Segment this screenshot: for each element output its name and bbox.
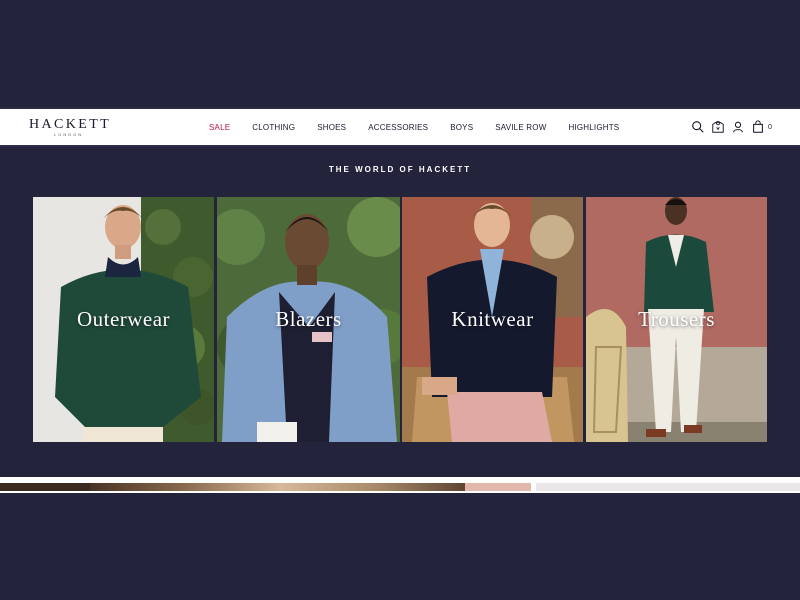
category-card-outerwear[interactable]: Outerwear: [33, 197, 214, 442]
header-icons: 0: [690, 119, 772, 135]
category-card-knitwear[interactable]: Knitwear: [402, 197, 583, 442]
strip-image-3: [465, 483, 531, 491]
nav-item-boys[interactable]: BOYS: [450, 123, 473, 132]
nav-item-shoes[interactable]: SHOES: [317, 123, 346, 132]
nav-item-highlights[interactable]: HIGHLIGHTS: [568, 123, 619, 132]
nav-item-accessories[interactable]: ACCESSORIES: [368, 123, 428, 132]
account-icon[interactable]: [730, 119, 746, 135]
section-title: THE WORLD OF HACKETT: [328, 165, 472, 174]
category-label-trousers: Trousers: [638, 307, 715, 331]
bag-count: 0: [768, 123, 772, 131]
category-grid: Outerwear Blazers Knitwear Trousers: [33, 197, 767, 442]
search-icon[interactable]: [690, 119, 706, 135]
site-header: HACKETT LONDON SALE CLOTHING SHOES ACCES…: [0, 107, 800, 147]
category-label-knitwear: Knitwear: [451, 307, 534, 331]
category-card-trousers[interactable]: Trousers: [586, 197, 767, 442]
nav-item-savile-row[interactable]: SAVILE ROW: [495, 123, 546, 132]
logo-subtitle: LONDON: [54, 132, 84, 137]
category-card-blazers[interactable]: Blazers: [217, 197, 400, 442]
category-label-blazers: Blazers: [275, 307, 342, 331]
strip-image-2: [90, 483, 470, 491]
logo-wordmark: HACKETT: [29, 117, 112, 132]
nav-item-clothing[interactable]: CLOTHING: [252, 123, 295, 132]
category-label-outerwear: Outerwear: [76, 307, 171, 331]
store-locator-icon[interactable]: [710, 119, 726, 135]
hackett-logo[interactable]: HACKETT LONDON: [29, 118, 113, 140]
bag-icon[interactable]: [750, 119, 766, 135]
strip-image-4: [536, 483, 800, 491]
next-section-strip: [0, 477, 800, 493]
top-background: [0, 0, 800, 107]
nav-item-sale[interactable]: SALE: [209, 123, 230, 132]
main-nav: SALE CLOTHING SHOES ACCESSORIES BOYS SAV…: [209, 109, 641, 145]
